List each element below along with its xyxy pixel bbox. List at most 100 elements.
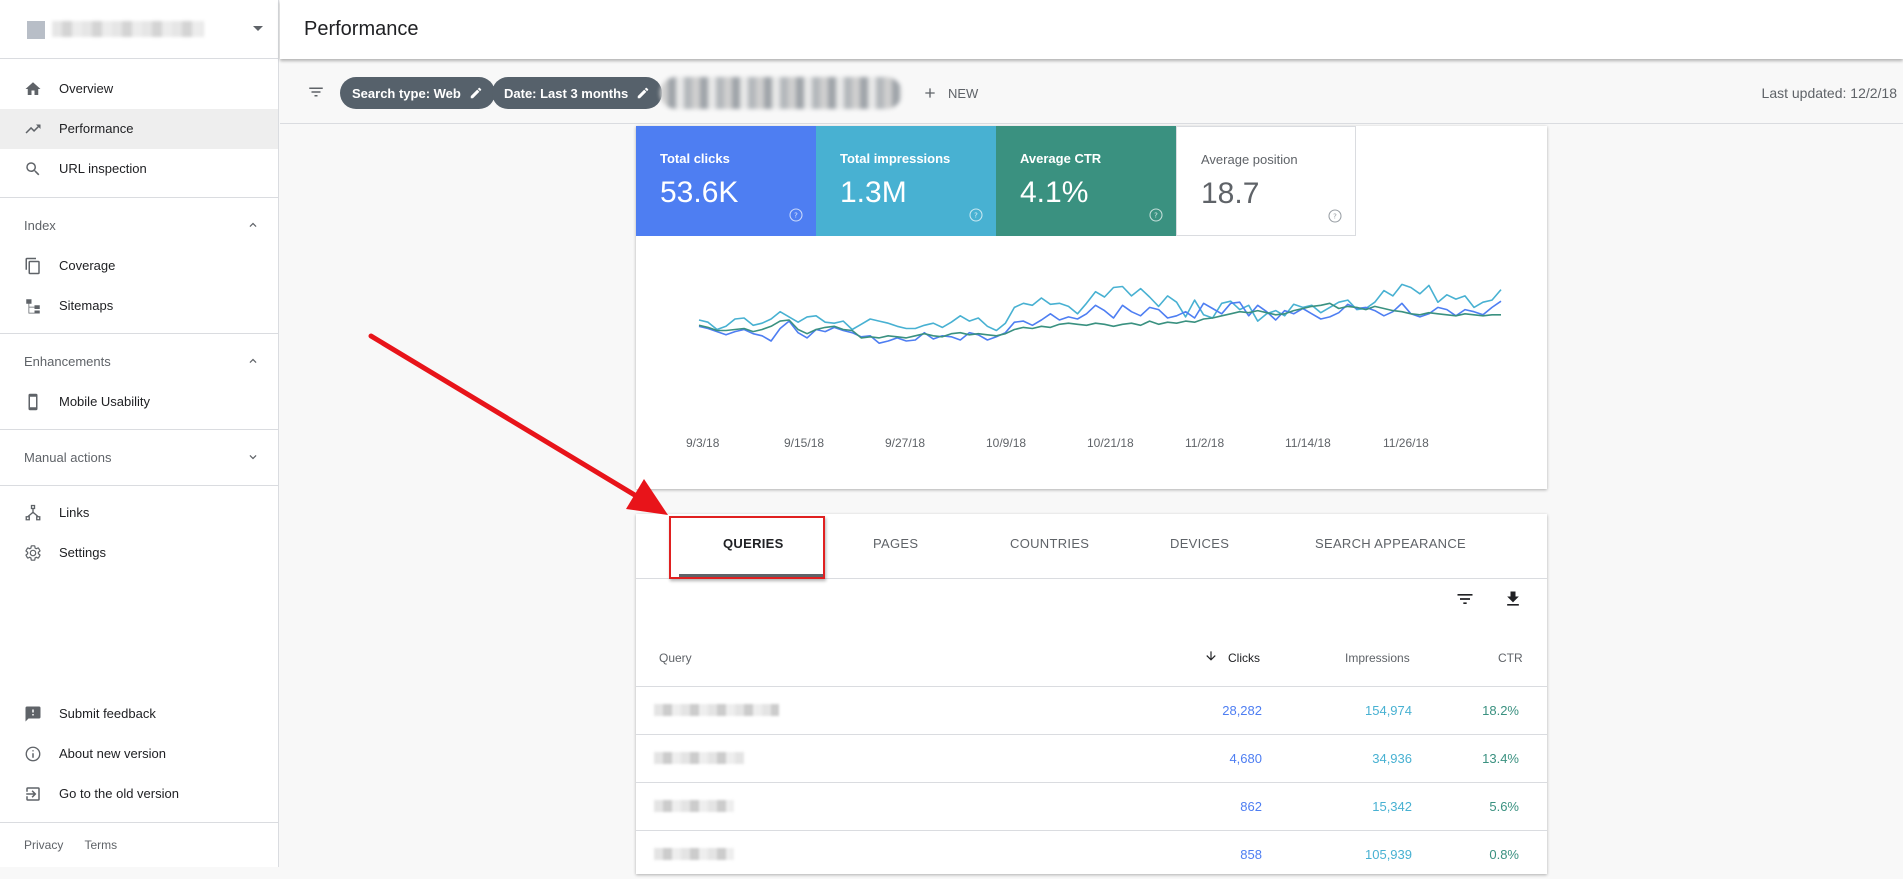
- query-redacted: [654, 848, 734, 860]
- section-title: Manual actions: [24, 450, 112, 465]
- divider: [0, 197, 278, 198]
- new-button-label: NEW: [948, 85, 979, 101]
- help-icon[interactable]: ?: [788, 207, 804, 223]
- chip-label: Search type: Web: [352, 85, 461, 101]
- filter-icon[interactable]: [306, 83, 326, 101]
- pencil-icon: [470, 87, 482, 99]
- date-range-chip[interactable]: Date: Last 3 months: [492, 77, 663, 109]
- section-title: Index: [24, 218, 56, 233]
- sidebar-item-performance[interactable]: Performance: [0, 109, 278, 149]
- trending-up-icon: [25, 124, 41, 134]
- sidebar-item-label: Go to the old version: [59, 786, 179, 801]
- sidebar-item-label: Links: [59, 505, 90, 520]
- property-favicon: [27, 21, 45, 39]
- column-header-impressions[interactable]: Impressions: [1345, 651, 1410, 665]
- svg-text:?: ?: [1154, 211, 1158, 220]
- coverage-icon: [25, 257, 40, 275]
- filter-bar: Search type: Web Date: Last 3 months NEW…: [280, 60, 1903, 124]
- x-tick-label: 9/27/18: [885, 436, 925, 450]
- sidebar-item-mobile-usability[interactable]: Mobile Usability: [0, 382, 278, 422]
- divider: [0, 333, 278, 334]
- new-filter-button[interactable]: NEW: [922, 83, 978, 103]
- ctr-cell: 18.2%: [1482, 703, 1519, 718]
- tab-pages[interactable]: PAGES: [873, 536, 918, 551]
- metric-value: 1.3M: [840, 176, 907, 209]
- sidebar-item-label: URL inspection: [59, 161, 147, 176]
- property-selector[interactable]: [0, 0, 278, 58]
- arrow-down-icon: [1206, 651, 1216, 661]
- metric-average-ctr[interactable]: Average CTR 4.1% ?: [996, 126, 1176, 236]
- svg-text:?: ?: [1333, 212, 1337, 221]
- sidebar-item-label: Sitemaps: [59, 298, 114, 313]
- filter-rows-icon[interactable]: [1455, 589, 1475, 609]
- download-icon[interactable]: [1503, 589, 1523, 609]
- metric-label: Average position: [1201, 152, 1298, 167]
- help-icon[interactable]: ?: [968, 207, 984, 223]
- table-row[interactable]: 862 15,342 5.6%: [636, 782, 1547, 831]
- sidebar-item-label: About new version: [59, 746, 166, 761]
- caret-down-icon[interactable]: [253, 26, 263, 31]
- metric-total-impressions[interactable]: Total impressions 1.3M ?: [816, 126, 996, 236]
- query-redacted: [654, 800, 734, 812]
- impressions-cell: 105,939: [1365, 847, 1412, 862]
- sidebar-item-label: Performance: [59, 121, 134, 136]
- sidebar-item-url-inspection[interactable]: URL inspection: [0, 149, 278, 189]
- column-header-query[interactable]: Query: [659, 651, 692, 665]
- top-bar: Performance: [280, 0, 1903, 59]
- links-icon: [25, 504, 41, 521]
- home-icon: [25, 82, 41, 95]
- sidebar-item-settings[interactable]: Settings: [0, 533, 278, 573]
- x-tick-label: 11/26/18: [1383, 436, 1429, 450]
- clicks-cell: 862: [1240, 799, 1262, 814]
- impressions-cell: 15,342: [1372, 799, 1412, 814]
- page-title: Performance: [304, 18, 419, 40]
- divider: [0, 429, 278, 430]
- x-tick-label: 10/21/18: [1087, 436, 1134, 450]
- gear-icon: [25, 545, 41, 561]
- sidebar-item-about-new-version[interactable]: About new version: [0, 734, 278, 774]
- metric-value: 18.7: [1201, 177, 1260, 210]
- sidebar-item-label: Settings: [59, 545, 106, 560]
- section-index-header[interactable]: Index: [0, 205, 278, 245]
- tab-search-appearance[interactable]: SEARCH APPEARANCE: [1315, 536, 1466, 551]
- search-type-chip[interactable]: Search type: Web: [340, 77, 495, 109]
- ctr-cell: 13.4%: [1482, 751, 1519, 766]
- impressions-cell: 34,936: [1372, 751, 1412, 766]
- metric-label: Total impressions: [840, 151, 951, 166]
- sidebar-item-old-version[interactable]: Go to the old version: [0, 774, 278, 814]
- tab-countries[interactable]: COUNTRIES: [1010, 536, 1089, 551]
- sidebar-item-sitemaps[interactable]: Sitemaps: [0, 286, 278, 326]
- help-icon[interactable]: ?: [1148, 207, 1164, 223]
- sidebar-item-submit-feedback[interactable]: Submit feedback: [0, 694, 278, 734]
- section-title: Enhancements: [24, 354, 111, 369]
- terms-link[interactable]: Terms: [84, 838, 117, 852]
- clicks-cell: 858: [1240, 847, 1262, 862]
- search-icon: [26, 162, 40, 176]
- help-icon[interactable]: ?: [1327, 208, 1343, 224]
- column-header-ctr[interactable]: CTR: [1498, 651, 1523, 665]
- privacy-link[interactable]: Privacy: [24, 838, 63, 852]
- column-header-clicks[interactable]: Clicks: [1228, 651, 1260, 665]
- metric-average-position[interactable]: Average position 18.7 ?: [1176, 126, 1356, 236]
- redacted-filter-chip[interactable]: [660, 77, 902, 109]
- section-enhancements-header[interactable]: Enhancements: [0, 341, 278, 381]
- section-manual-actions-header[interactable]: Manual actions: [0, 437, 278, 477]
- performance-line-chart[interactable]: 9/3/18 9/15/18 9/27/18 10/9/18 10/21/18 11/2/…: [636, 236, 1547, 489]
- metric-total-clicks[interactable]: Total clicks 53.6K ?: [636, 126, 816, 236]
- plus-icon: [925, 88, 935, 98]
- sidebar-item-coverage[interactable]: Coverage: [0, 246, 278, 286]
- ctr-cell: 0.8%: [1489, 847, 1519, 862]
- chip-label: Date: Last 3 months: [504, 85, 629, 101]
- sidebar-item-links[interactable]: Links: [0, 493, 278, 533]
- table-row[interactable]: 28,282 154,974 18.2%: [636, 686, 1547, 735]
- sitemap-icon: [26, 299, 40, 314]
- table-row[interactable]: 4,680 34,936 13.4%: [636, 734, 1547, 783]
- svg-text:?: ?: [974, 211, 978, 220]
- metric-value: 4.1%: [1020, 176, 1089, 209]
- chevron-up-icon: [249, 358, 257, 363]
- tab-devices[interactable]: DEVICES: [1170, 536, 1229, 551]
- arrow-shaft: [368, 333, 641, 500]
- sidebar-item-overview[interactable]: Overview: [0, 69, 278, 109]
- divider: [0, 58, 278, 59]
- table-row[interactable]: 858 105,939 0.8%: [636, 830, 1547, 879]
